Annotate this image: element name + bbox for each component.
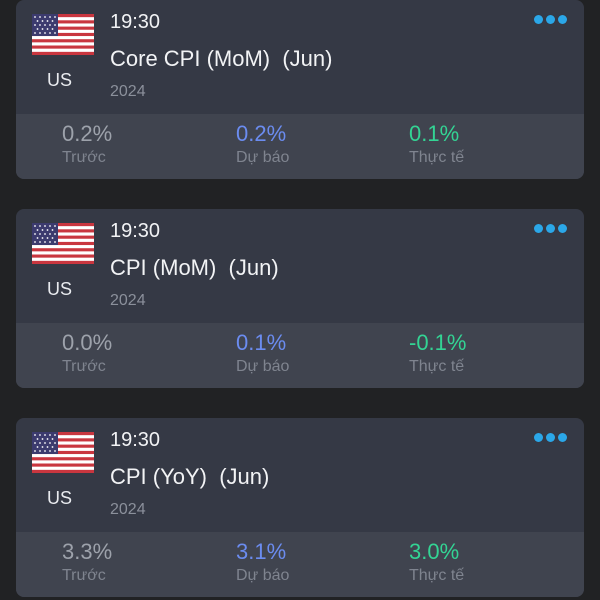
more-dots-icon[interactable]	[534, 12, 570, 26]
previous-metric: 0.0% Trước	[62, 330, 112, 377]
forecast-value: 0.2%	[236, 121, 287, 146]
us-flag-icon	[32, 14, 94, 55]
country-code: US	[47, 70, 73, 90]
more-dots-icon[interactable]	[534, 430, 570, 444]
menu-dot	[558, 223, 567, 233]
event-year: 2024	[110, 501, 146, 518]
event-values: 0.2% Trước 0.2% Dự báo 0.1% Thực tế	[16, 114, 584, 179]
event-year: 2024	[110, 83, 146, 100]
actual-label: Thực tế	[409, 358, 465, 375]
event-header: US 19:30 CPI (MoM) (Jun) 2024	[16, 209, 584, 323]
previous-metric: 3.3% Trước	[62, 539, 112, 586]
actual-metric: 0.1% Thực tế	[409, 121, 464, 168]
previous-label: Trước	[62, 358, 106, 375]
menu-dot	[558, 432, 567, 442]
previous-value: 0.2%	[62, 121, 113, 146]
menu-dot	[546, 14, 555, 24]
forecast-metric: 0.1% Dự báo	[236, 330, 289, 377]
actual-metric: -0.1% Thực tế	[409, 330, 466, 377]
event-title[interactable]: Core CPI (MoM) (Jun)	[110, 45, 332, 73]
event-card[interactable]: US 19:30 CPI (YoY) (Jun) 2024 3.3% Trước…	[16, 418, 584, 597]
forecast-label: Dự báo	[236, 149, 290, 166]
event-time: 19:30	[110, 220, 161, 242]
event-values: 0.0% Trước 0.1% Dự báo -0.1% Thực tế	[16, 323, 584, 388]
forecast-value: 3.1%	[236, 539, 287, 564]
actual-metric: 3.0% Thực tế	[409, 539, 464, 586]
forecast-label: Dự báo	[236, 358, 290, 375]
event-time: 19:30	[110, 429, 161, 451]
actual-value: 3.0%	[409, 539, 460, 564]
previous-metric: 0.2% Trước	[62, 121, 112, 168]
previous-label: Trước	[62, 567, 106, 584]
actual-value: 0.1%	[409, 121, 460, 146]
forecast-value: 0.1%	[236, 330, 287, 355]
menu-dot	[546, 432, 555, 442]
menu-dot	[534, 14, 543, 24]
event-card[interactable]: US 19:30 CPI (MoM) (Jun) 2024 0.0% Trước…	[16, 209, 584, 388]
economic-calendar-list: US 19:30 Core CPI (MoM) (Jun) 2024 0.2% …	[0, 0, 600, 600]
us-flag-icon	[32, 223, 94, 264]
previous-value: 3.3%	[62, 539, 113, 564]
actual-label: Thực tế	[409, 149, 465, 166]
event-header: US 19:30 Core CPI (MoM) (Jun) 2024	[16, 0, 584, 114]
country-code: US	[47, 488, 73, 508]
more-dots-icon[interactable]	[534, 221, 570, 235]
event-values: 3.3% Trước 3.1% Dự báo 3.0% Thực tế	[16, 532, 584, 597]
menu-dot	[534, 432, 543, 442]
previous-label: Trước	[62, 149, 106, 166]
country-code: US	[47, 279, 73, 299]
event-card[interactable]: US 19:30 Core CPI (MoM) (Jun) 2024 0.2% …	[16, 0, 584, 179]
menu-dot	[558, 14, 567, 24]
event-header: US 19:30 CPI (YoY) (Jun) 2024	[16, 418, 584, 532]
actual-label: Thực tế	[409, 567, 465, 584]
event-title[interactable]: CPI (MoM) (Jun)	[110, 254, 279, 282]
forecast-metric: 0.2% Dự báo	[236, 121, 289, 168]
actual-value: -0.1%	[409, 330, 467, 355]
forecast-label: Dự báo	[236, 567, 290, 584]
previous-value: 0.0%	[62, 330, 113, 355]
event-title[interactable]: CPI (YoY) (Jun)	[110, 463, 269, 491]
forecast-metric: 3.1% Dự báo	[236, 539, 289, 586]
event-year: 2024	[110, 292, 146, 309]
event-time: 19:30	[110, 11, 161, 33]
menu-dot	[546, 223, 555, 233]
us-flag-icon	[32, 432, 94, 473]
menu-dot	[534, 223, 543, 233]
